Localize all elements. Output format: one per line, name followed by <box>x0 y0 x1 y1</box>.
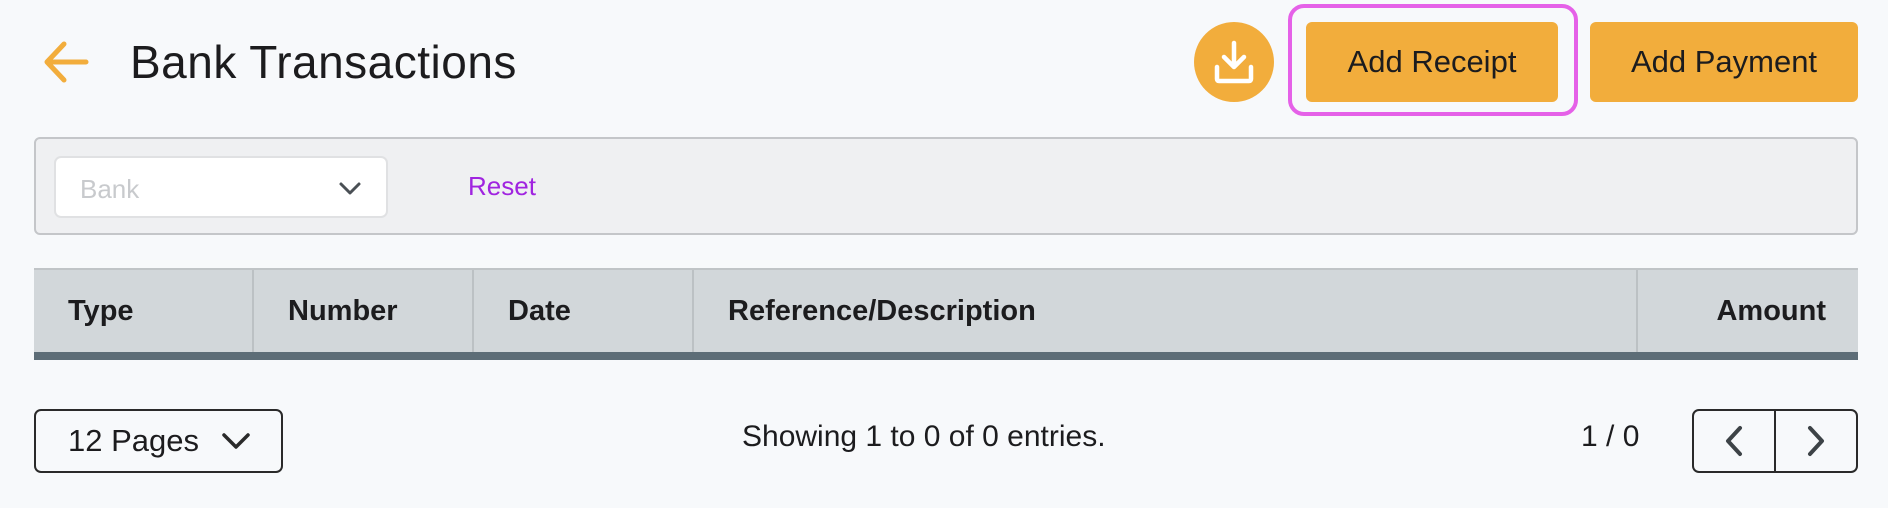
column-header-date[interactable]: Date <box>474 270 694 352</box>
bank-select-placeholder: Bank <box>80 174 140 204</box>
page-size-select[interactable]: 12 Pages <box>34 409 283 473</box>
chevron-right-icon <box>1808 426 1824 456</box>
chevron-left-icon <box>1726 426 1742 456</box>
download-button[interactable] <box>1194 22 1274 102</box>
column-header-number[interactable]: Number <box>254 270 474 352</box>
filter-bar: Bank Reset <box>34 137 1858 235</box>
download-icon <box>1214 40 1254 84</box>
page-indicator: 1 / 0 <box>1581 420 1640 453</box>
entries-summary: Showing 1 to 0 of 0 entries. <box>742 420 1106 453</box>
reset-link[interactable]: Reset <box>468 171 536 202</box>
bank-transactions-page: Bank Transactions Add Receipt Add Paymen… <box>0 0 1888 508</box>
pager <box>1692 409 1858 473</box>
page-title: Bank Transactions <box>130 36 517 88</box>
column-header-amount[interactable]: Amount <box>1638 270 1858 352</box>
arrow-left-icon <box>44 41 89 83</box>
add-payment-button[interactable]: Add Payment <box>1590 22 1858 102</box>
column-header-type[interactable]: Type <box>34 270 254 352</box>
add-receipt-button[interactable]: Add Receipt <box>1306 22 1558 102</box>
column-header-reference[interactable]: Reference/Description <box>694 270 1638 352</box>
page-size-label: 12 Pages <box>68 423 199 458</box>
back-button[interactable] <box>40 38 92 86</box>
next-page-button[interactable] <box>1776 411 1856 471</box>
transactions-table-header: Type Number Date Reference/Description A… <box>34 268 1858 360</box>
previous-page-button[interactable] <box>1694 411 1776 471</box>
bank-select[interactable]: Bank <box>54 156 388 218</box>
chevron-down-icon <box>339 182 361 195</box>
chevron-down-icon <box>222 433 250 449</box>
